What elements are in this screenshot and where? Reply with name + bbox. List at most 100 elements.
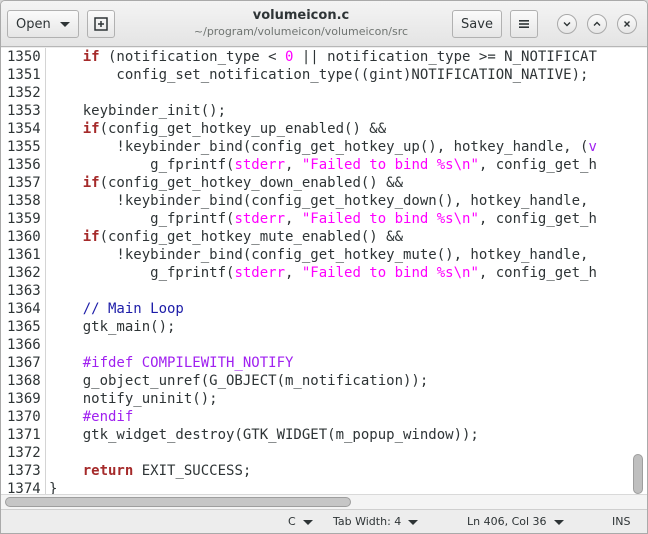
code-line: 1358 !keybinder_bind(config_get_hotkey_d… (1, 192, 641, 210)
code-line: 1372 (1, 444, 641, 462)
code-token: (notification_type < (99, 49, 286, 65)
code-line: 1352 (1, 84, 641, 102)
maximize-icon (593, 21, 601, 26)
code-line: 1371 gtk_widget_destroy(GTK_WIDGET(m_pop… (1, 426, 641, 444)
language-selector[interactable]: C (288, 515, 313, 529)
code-token: // Main Loop (82, 301, 184, 317)
code-text: !keybinder_bind(config_get_hotkey_down()… (49, 192, 588, 210)
code-token: keybinder_init(); (49, 103, 227, 119)
line-number: 1369 (7, 391, 41, 407)
code-token: , config_get_h (478, 211, 597, 227)
code-token: g_fprintf( (49, 157, 235, 173)
code-line: 1351 config_set_notification_type((gint)… (1, 66, 641, 84)
line-number: 1364 (7, 301, 41, 317)
maximize-button[interactable] (587, 14, 607, 34)
cursor-position[interactable]: Ln 406, Col 36 (467, 515, 564, 529)
code-token: !keybinder_bind(config_get_hotkey_down()… (49, 193, 589, 209)
code-line: 1366 (1, 336, 641, 354)
minimize-button[interactable] (557, 14, 577, 34)
code-line: 1370 #endif (1, 408, 641, 426)
chevron-down-icon (408, 519, 419, 525)
code-token: stderr (234, 211, 286, 227)
new-tab-icon (94, 17, 108, 31)
code-text: keybinder_init(); (49, 102, 226, 120)
code-token: (config_get_hotkey_mute_enabled() && (99, 229, 404, 245)
header-bar: Open volumeicon.c ~/program/volumeicon/v… (1, 1, 647, 47)
chevron-down-icon (302, 519, 313, 525)
code-text: g_fprintf(stderr, "Failed to bind %s\n",… (49, 156, 597, 174)
code-editor[interactable]: 1350 if (notification_type < 0 || notifi… (1, 48, 647, 494)
code-text: if (notification_type < 0 || notificatio… (49, 48, 597, 66)
line-number: 1371 (7, 427, 41, 443)
code-lines: 1350 if (notification_type < 0 || notifi… (1, 48, 641, 494)
code-line: 1374} (1, 480, 641, 494)
line-number: 1356 (7, 157, 41, 173)
code-token: EXIT_SUCCESS; (133, 463, 252, 479)
code-token: g_fprintf( (49, 211, 235, 227)
code-line: 1369 notify_uninit(); (1, 390, 641, 408)
code-text: if(config_get_hotkey_down_enabled() && (49, 174, 403, 192)
code-token: "Failed to bind %s\n" (301, 265, 479, 281)
code-line: 1357 if(config_get_hotkey_down_enabled()… (1, 174, 641, 192)
chevron-down-icon (60, 22, 70, 27)
line-number: 1368 (7, 373, 41, 389)
code-line: 1368 g_object_unref(G_OBJECT(m_notificat… (1, 372, 641, 390)
code-text: !keybinder_bind(config_get_hotkey_mute()… (49, 246, 588, 264)
line-number: 1357 (7, 175, 41, 191)
tab-width-selector[interactable]: Tab Width: 4 (333, 515, 419, 529)
line-number: 1372 (7, 445, 41, 461)
code-text: #ifdef COMPILEWITH_NOTIFY (49, 354, 294, 372)
line-number: 1361 (7, 247, 41, 263)
line-number: 1359 (7, 211, 41, 227)
line-number: 1354 (7, 121, 41, 137)
code-token: , config_get_h (478, 157, 597, 173)
code-token: gtk_main(); (49, 319, 176, 335)
editor-window: Open volumeicon.c ~/program/volumeicon/v… (0, 0, 648, 534)
code-line: 1353 keybinder_init(); (1, 102, 641, 120)
code-token: g_fprintf( (49, 265, 235, 281)
code-token: , (285, 211, 302, 227)
line-number: 1365 (7, 319, 41, 335)
open-button[interactable]: Open (7, 10, 79, 38)
code-line: 1373 return EXIT_SUCCESS; (1, 462, 641, 480)
minimize-icon (563, 22, 571, 27)
code-token: #endif (82, 409, 134, 425)
code-line: 1356 g_fprintf(stderr, "Failed to bind %… (1, 156, 641, 174)
window-title: volumeicon.c (252, 8, 350, 23)
code-text: if(config_get_hotkey_mute_enabled() && (49, 228, 403, 246)
code-token: g_object_unref(G_OBJECT(m_notification))… (49, 373, 429, 389)
code-token: } (49, 481, 58, 494)
code-token: if (82, 49, 100, 65)
close-icon (624, 21, 630, 27)
code-token: if (82, 121, 100, 137)
new-document-button[interactable] (87, 10, 115, 38)
horizontal-scrollbar[interactable] (5, 497, 351, 507)
code-token: stderr (234, 265, 286, 281)
code-text: } (49, 480, 57, 494)
line-number: 1351 (7, 67, 41, 83)
line-number: 1358 (7, 193, 41, 209)
save-button[interactable]: Save (452, 10, 502, 38)
line-number: 1350 (7, 49, 41, 65)
hamburger-menu-icon (519, 20, 529, 28)
code-line: 1359 g_fprintf(stderr, "Failed to bind %… (1, 210, 641, 228)
code-token: stderr (234, 157, 286, 173)
line-number: 1353 (7, 103, 41, 119)
code-token: , (285, 265, 302, 281)
menu-button[interactable] (510, 10, 538, 38)
window-subtitle: ~/program/volumeicon/volumeicon/src (193, 25, 409, 38)
code-text: g_fprintf(stderr, "Failed to bind %s\n",… (49, 264, 597, 282)
code-line: 1361 !keybinder_bind(config_get_hotkey_m… (1, 246, 641, 264)
line-number: 1366 (7, 337, 41, 353)
line-number: 1373 (7, 463, 41, 479)
code-text: g_object_unref(G_OBJECT(m_notification))… (49, 372, 429, 390)
line-number: 1374 (7, 481, 41, 494)
vertical-scrollbar[interactable] (633, 454, 643, 494)
language-label: C (288, 515, 296, 528)
code-line: 1364 // Main Loop (1, 300, 641, 318)
code-token: return (82, 463, 134, 479)
close-button[interactable] (617, 14, 637, 34)
